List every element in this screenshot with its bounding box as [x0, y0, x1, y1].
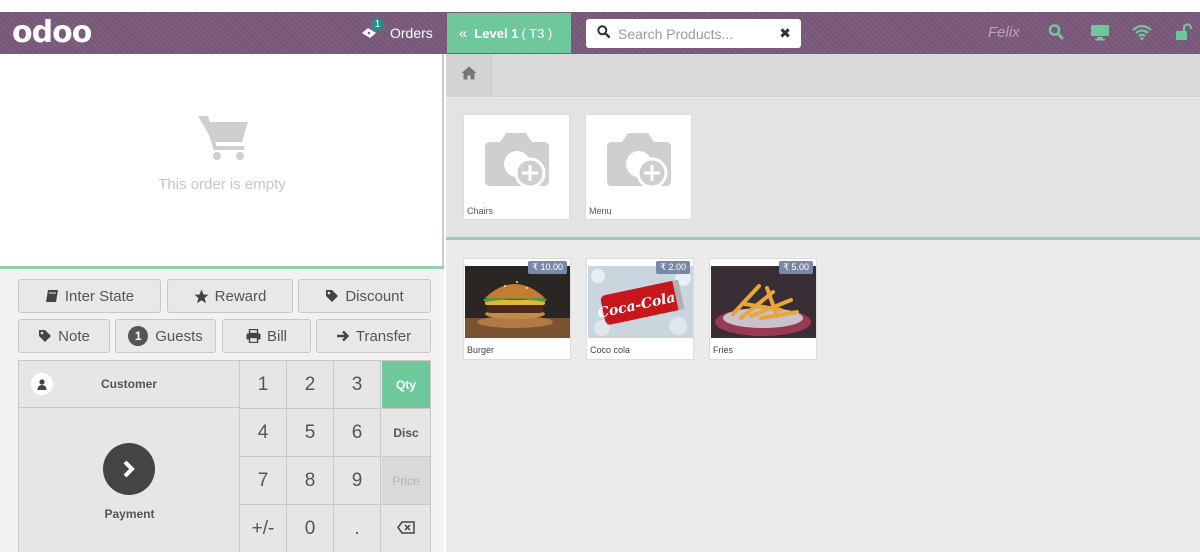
pos-app: odoo 1 Orders « Level 1 ( T3 ) ✖ Felix [0, 0, 1200, 552]
guests-label: Guests [155, 327, 203, 345]
numpad-key-3[interactable]: 3 [334, 361, 381, 409]
home-button[interactable] [446, 54, 492, 97]
customer-button[interactable]: Customer [19, 361, 240, 408]
camera-placeholder-icon [604, 129, 676, 198]
category-name: Chairs [467, 206, 494, 216]
wifi-icon[interactable] [1132, 23, 1152, 46]
category-tile[interactable]: Chairs [463, 114, 570, 220]
breadcrumb [446, 54, 1200, 97]
product-search-box: ✖ [586, 19, 801, 48]
note-button[interactable]: Note [18, 319, 110, 353]
print-icon [246, 329, 261, 343]
orders-label: Orders [390, 25, 433, 41]
odoo-logo: odoo [12, 15, 92, 50]
double-chevron-left-icon: « [459, 24, 468, 42]
product-name: Coco cola [590, 345, 631, 355]
category-tile[interactable]: Menu [585, 114, 692, 220]
search-input[interactable] [618, 25, 778, 42]
chevron-right-icon [103, 443, 155, 495]
user-icon [31, 373, 53, 395]
numpad-key-6[interactable]: 6 [334, 409, 381, 457]
cashier-name[interactable]: Felix [988, 24, 1020, 41]
star-icon [194, 289, 209, 304]
product-name: Fries [713, 345, 733, 355]
orders-button[interactable]: 1 Orders [360, 12, 433, 54]
price-tag: ₹ 10.00 [528, 261, 567, 274]
numpad-key-9[interactable]: 9 [334, 457, 381, 505]
product-tile[interactable]: ₹ 5.00 Fries [709, 258, 817, 360]
search-icon [597, 24, 611, 43]
inter-state-label: Inter State [64, 287, 135, 305]
reward-label: Reward [214, 287, 267, 305]
guests-button[interactable]: 1 Guests [115, 319, 216, 353]
clear-search-icon[interactable]: ✖ [779, 25, 791, 42]
order-summary: This order is empty [0, 54, 444, 266]
control-area: Inter State Reward Discount Note 1 Guest… [0, 266, 444, 552]
disc-mode-button[interactable]: Disc [382, 409, 430, 457]
cart-icon [196, 112, 252, 167]
floor-level-label: Level 1 [474, 25, 519, 41]
bill-label: Bill [266, 327, 287, 345]
payment-button[interactable]: Payment [19, 409, 240, 552]
top-bar: odoo 1 Orders « Level 1 ( T3 ) ✖ Felix [0, 12, 1200, 54]
product-pane: Chairs Menu ₹ 10.00 Burger ₹ 2.00 Coca-C… [446, 54, 1200, 552]
price-tag: ₹ 5.00 [779, 261, 813, 274]
numpad-key-plus-minus[interactable]: +/- [240, 505, 287, 552]
category-name: Menu [589, 206, 612, 216]
display-icon[interactable] [1090, 23, 1110, 46]
burger-image [465, 266, 570, 338]
reward-button[interactable]: Reward [167, 279, 293, 313]
unlock-icon[interactable] [1175, 23, 1193, 46]
empty-order-message: This order is empty [158, 176, 286, 193]
transfer-button[interactable]: Transfer [316, 319, 431, 353]
backspace-icon [397, 521, 415, 537]
bill-button[interactable]: Bill [222, 319, 311, 353]
search-icon[interactable] [1048, 23, 1064, 46]
category-list: Chairs Menu [446, 98, 1200, 240]
price-mode-button[interactable]: Price [382, 457, 430, 505]
note-label: Note [58, 327, 90, 345]
numpad-area: Customer Payment 1 2 3 Qty 4 5 6 Disc 7 … [18, 360, 431, 552]
product-tile[interactable]: ₹ 2.00 Coca-Cola Coco cola [586, 258, 694, 360]
numpad-key-5[interactable]: 5 [287, 409, 334, 457]
table-name-label: ( T3 ) [521, 25, 553, 41]
numpad-key-0[interactable]: 0 [287, 505, 334, 552]
price-tag: ₹ 2.00 [656, 261, 690, 274]
tag-icon [325, 289, 339, 303]
numpad-key-2[interactable]: 2 [287, 361, 334, 409]
tag-icon [38, 329, 52, 343]
customer-label: Customer [101, 377, 158, 391]
discount-button[interactable]: Discount [298, 279, 431, 313]
coca-cola-image: Coca-Cola [588, 266, 693, 338]
numpad-key-dot[interactable]: . [334, 505, 381, 552]
product-name: Burger [467, 345, 495, 355]
floor-back-button[interactable]: « Level 1 ( T3 ) [447, 13, 571, 53]
numpad-key-4[interactable]: 4 [240, 409, 287, 457]
fries-image [711, 266, 816, 338]
product-tile[interactable]: ₹ 10.00 Burger [463, 258, 571, 360]
inter-state-button[interactable]: Inter State [18, 279, 161, 313]
home-icon [461, 66, 477, 85]
transfer-label: Transfer [355, 327, 412, 345]
order-pane: This order is empty Inter State Reward D… [0, 54, 444, 552]
backspace-button[interactable] [382, 505, 430, 552]
book-icon [45, 289, 59, 303]
discount-label: Discount [345, 287, 404, 305]
ticket-icon: 1 [360, 18, 384, 39]
numpad-key-7[interactable]: 7 [240, 457, 287, 505]
numpad-key-8[interactable]: 8 [287, 457, 334, 505]
orders-count-badge: 1 [371, 18, 384, 31]
guest-count-badge: 1 [128, 326, 149, 346]
arrow-right-icon [336, 329, 350, 343]
qty-mode-button[interactable]: Qty [382, 361, 430, 409]
numpad-key-1[interactable]: 1 [240, 361, 287, 409]
payment-label: Payment [104, 507, 155, 521]
camera-placeholder-icon [482, 129, 554, 198]
